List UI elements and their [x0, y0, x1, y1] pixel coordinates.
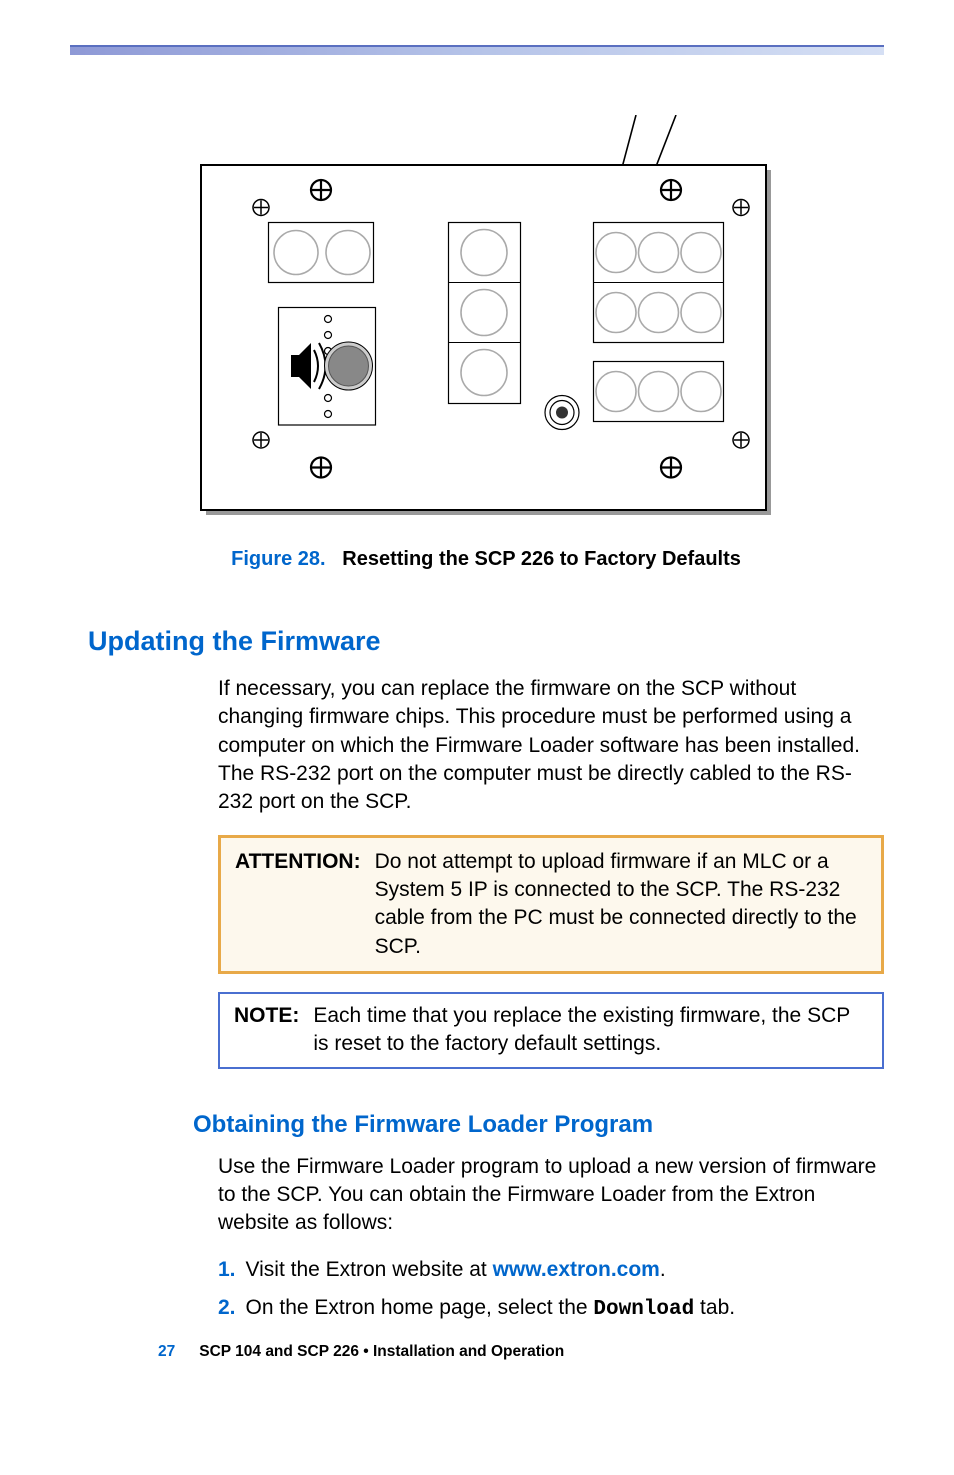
attention-label: ATTENTION:	[235, 848, 361, 961]
step-number: 2.	[218, 1294, 236, 1324]
subsection-body: Use the Firmware Loader program to uploa…	[218, 1153, 884, 1238]
device-diagram	[196, 115, 776, 515]
page-content: Figure 28. Resetting the SCP 226 to Fact…	[0, 55, 954, 1391]
figure-28: Figure 28. Resetting the SCP 226 to Fact…	[88, 115, 884, 571]
step-2: 2. On the Extron home page, select the D…	[218, 1294, 884, 1324]
step-1: 1. Visit the Extron website at www.extro…	[218, 1256, 884, 1284]
step-number: 1.	[218, 1256, 236, 1284]
steps-list: 1. Visit the Extron website at www.extro…	[218, 1256, 884, 1325]
step-content: On the Extron home page, select the Down…	[246, 1294, 736, 1324]
figure-caption-text: Resetting the SCP 226 to Factory Default…	[342, 548, 741, 570]
subsection-title-obtaining: Obtaining the Firmware Loader Program	[193, 1111, 884, 1139]
footer-text: SCP 104 and SCP 226 • Installation and O…	[199, 1343, 564, 1360]
page-footer: 27 SCP 104 and SCP 226 • Installation and…	[158, 1343, 884, 1361]
extron-link[interactable]: www.extron.com	[493, 1258, 660, 1281]
attention-text: Do not attempt to upload firmware if an …	[375, 848, 867, 961]
page-number: 27	[158, 1343, 175, 1360]
note-label: NOTE:	[234, 1002, 299, 1059]
section-body: If necessary, you can replace the firmwa…	[218, 675, 884, 817]
note-callout: NOTE: Each time that you replace the exi…	[218, 992, 884, 1069]
note-text: Each time that you replace the existing …	[313, 1002, 868, 1059]
figure-caption: Figure 28. Resetting the SCP 226 to Fact…	[88, 548, 884, 571]
step-content: Visit the Extron website at www.extron.c…	[246, 1256, 666, 1284]
section-title-updating-firmware: Updating the Firmware	[88, 626, 884, 657]
figure-label: Figure 28.	[231, 548, 325, 570]
attention-callout: ATTENTION: Do not attempt to upload firm…	[218, 835, 884, 974]
header-rule	[70, 45, 884, 55]
download-tab-label: Download	[593, 1298, 694, 1321]
